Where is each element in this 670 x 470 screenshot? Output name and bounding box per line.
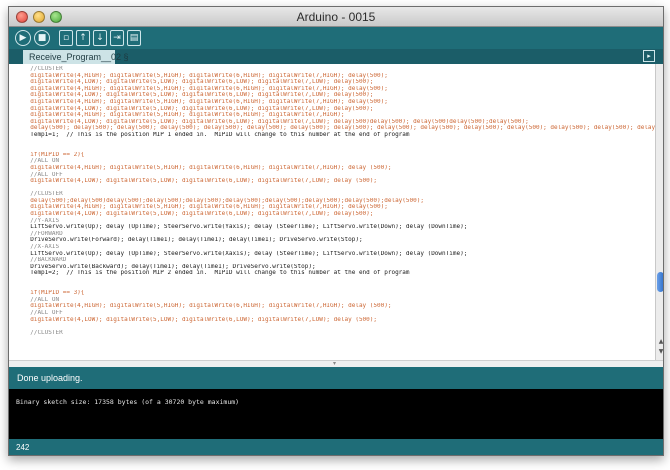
code-line: DriveServo.write(Backward); delay(Time1)… (23, 263, 316, 270)
vertical-scrollbar[interactable]: ▲ ▼ (655, 64, 663, 360)
stop-button[interactable]: ■ (34, 30, 50, 46)
tab-bar: Receive_Program__02 § ▸ (9, 49, 663, 64)
serial-monitor-icon: ▤ (129, 32, 139, 43)
status-message: Done uploading. (17, 373, 83, 383)
code-line: digitalWrite(4,HIGH); digitalWrite(5,HIG… (23, 98, 388, 105)
new-file-icon: ▫ (62, 32, 70, 43)
open-button[interactable]: ↑ (76, 30, 90, 46)
upload-icon: ⇥ (113, 32, 121, 43)
code-line: //BACKWARD (23, 257, 67, 264)
code-line: DriveServo.write(Forward); delay(Time1);… (23, 237, 363, 244)
code-line: digitalWrite(4,LOW); digitalWrite(5,LOW)… (23, 92, 374, 99)
save-button[interactable]: ↓ (93, 30, 107, 46)
code-line: digitalWrite(4,LOW); digitalWrite(5,LOW)… (23, 105, 374, 112)
code-line: //FORWARD (23, 230, 63, 237)
arduino-window: Arduino - 0015 ▶ ■ ▫ ↑ ↓ ⇥ ▤ Receive_Pro… (8, 6, 664, 456)
code-line: LiftServo.write(Up); delay (UpTime); Ste… (23, 224, 468, 231)
tab-menu-button[interactable]: ▸ (643, 50, 655, 62)
serial-monitor-button[interactable]: ▤ (127, 30, 141, 46)
splitter-grip-icon: ▾ (333, 360, 337, 367)
new-button[interactable]: ▫ (59, 30, 73, 46)
code-line: digitalWrite(4,LOW); digitalWrite(5,LOW)… (23, 316, 378, 323)
code-line: //CLUSTER (23, 329, 63, 336)
code-line: Temp1=2; // This is the position MIP 2 e… (23, 270, 410, 277)
code-line: if(MIPID == 3){ (23, 290, 85, 297)
tab-receive-program[interactable]: Receive_Program__02 § (23, 50, 129, 64)
code-line: digitalWrite(4,HIGH); digitalWrite(5,HIG… (23, 85, 388, 92)
code-line: digitalWrite(4,HIGH); digitalWrite(5,HIG… (23, 164, 392, 171)
verify-button[interactable]: ▶ (15, 30, 31, 46)
code-editor[interactable]: //CLUSTER digitalWrite(4,HIGH); digitalW… (9, 64, 655, 360)
code-line: //ALL ON (23, 158, 60, 165)
code-line: Temp1=1; // This is the position MIP 1 e… (23, 131, 410, 138)
open-arrow-icon: ↑ (79, 32, 87, 43)
code-line: //ALL OFF (23, 171, 63, 178)
editor-console-splitter[interactable]: ▾ (9, 360, 663, 367)
code-line: LiftServo.write(Up); delay (UpTime); Ste… (23, 250, 468, 257)
footer-bar: 242 (9, 439, 663, 455)
stop-icon: ■ (37, 32, 47, 43)
code-line: digitalWrite(4,HIGH); digitalWrite(5,HIG… (23, 204, 388, 211)
code-line: delay(500); delay(500); delay(500); dela… (23, 125, 655, 132)
code-line: digitalWrite(4,LOW); digitalWrite(5,LOW)… (23, 118, 529, 125)
code-line: digitalWrite(4,LOW); digitalWrite(5,LOW)… (23, 211, 374, 218)
toolbar: ▶ ■ ▫ ↑ ↓ ⇥ ▤ (9, 27, 663, 49)
status-bar: Done uploading. (9, 367, 663, 389)
play-icon: ▶ (19, 32, 27, 43)
scroll-up-arrow-icon[interactable]: ▲ (656, 338, 663, 346)
code-line: if(MIPID == 2){ (23, 151, 85, 158)
upload-button[interactable]: ⇥ (110, 30, 124, 46)
code-line: //CLUSTER (23, 66, 63, 72)
scroll-thumb[interactable] (657, 272, 663, 292)
console-output: Binary sketch size: 17358 bytes (of a 30… (9, 389, 663, 439)
code-line: //X-AXIS (23, 244, 60, 251)
code-line: digitalWrite(4,LOW); digitalWrite(5,LOW)… (23, 79, 374, 86)
line-number: 242 (16, 443, 30, 452)
code-line: digitalWrite(4,LOW); digitalWrite(5,LOW)… (23, 178, 378, 185)
save-arrow-icon: ↓ (96, 32, 104, 43)
code-line: digitalWrite(4,HIGH); digitalWrite(5,HIG… (23, 303, 392, 310)
code-line: //Y-AXIS (23, 217, 60, 224)
code-line: digitalWrite(4,HIGH); digitalWrite(5,HIG… (23, 72, 388, 79)
code-line: digitalWrite(4,HIGH); digitalWrite(5,HIG… (23, 112, 345, 119)
title-bar: Arduino - 0015 (9, 7, 663, 27)
tab-menu-icon: ▸ (647, 52, 651, 60)
window-title: Arduino - 0015 (296, 10, 376, 24)
code-text: //CLUSTER digitalWrite(4,HIGH); digitalW… (23, 66, 655, 336)
code-line: delay(500);delay(500)delay(500);delay(50… (23, 197, 424, 204)
code-line: //ALL OFF (23, 309, 63, 316)
code-line: //CLUSTER (23, 191, 63, 198)
scroll-down-arrow-icon[interactable]: ▼ (656, 348, 663, 356)
console-text: Binary sketch size: 17358 bytes (of a 30… (16, 398, 240, 406)
code-line: //ALL ON (23, 296, 60, 303)
